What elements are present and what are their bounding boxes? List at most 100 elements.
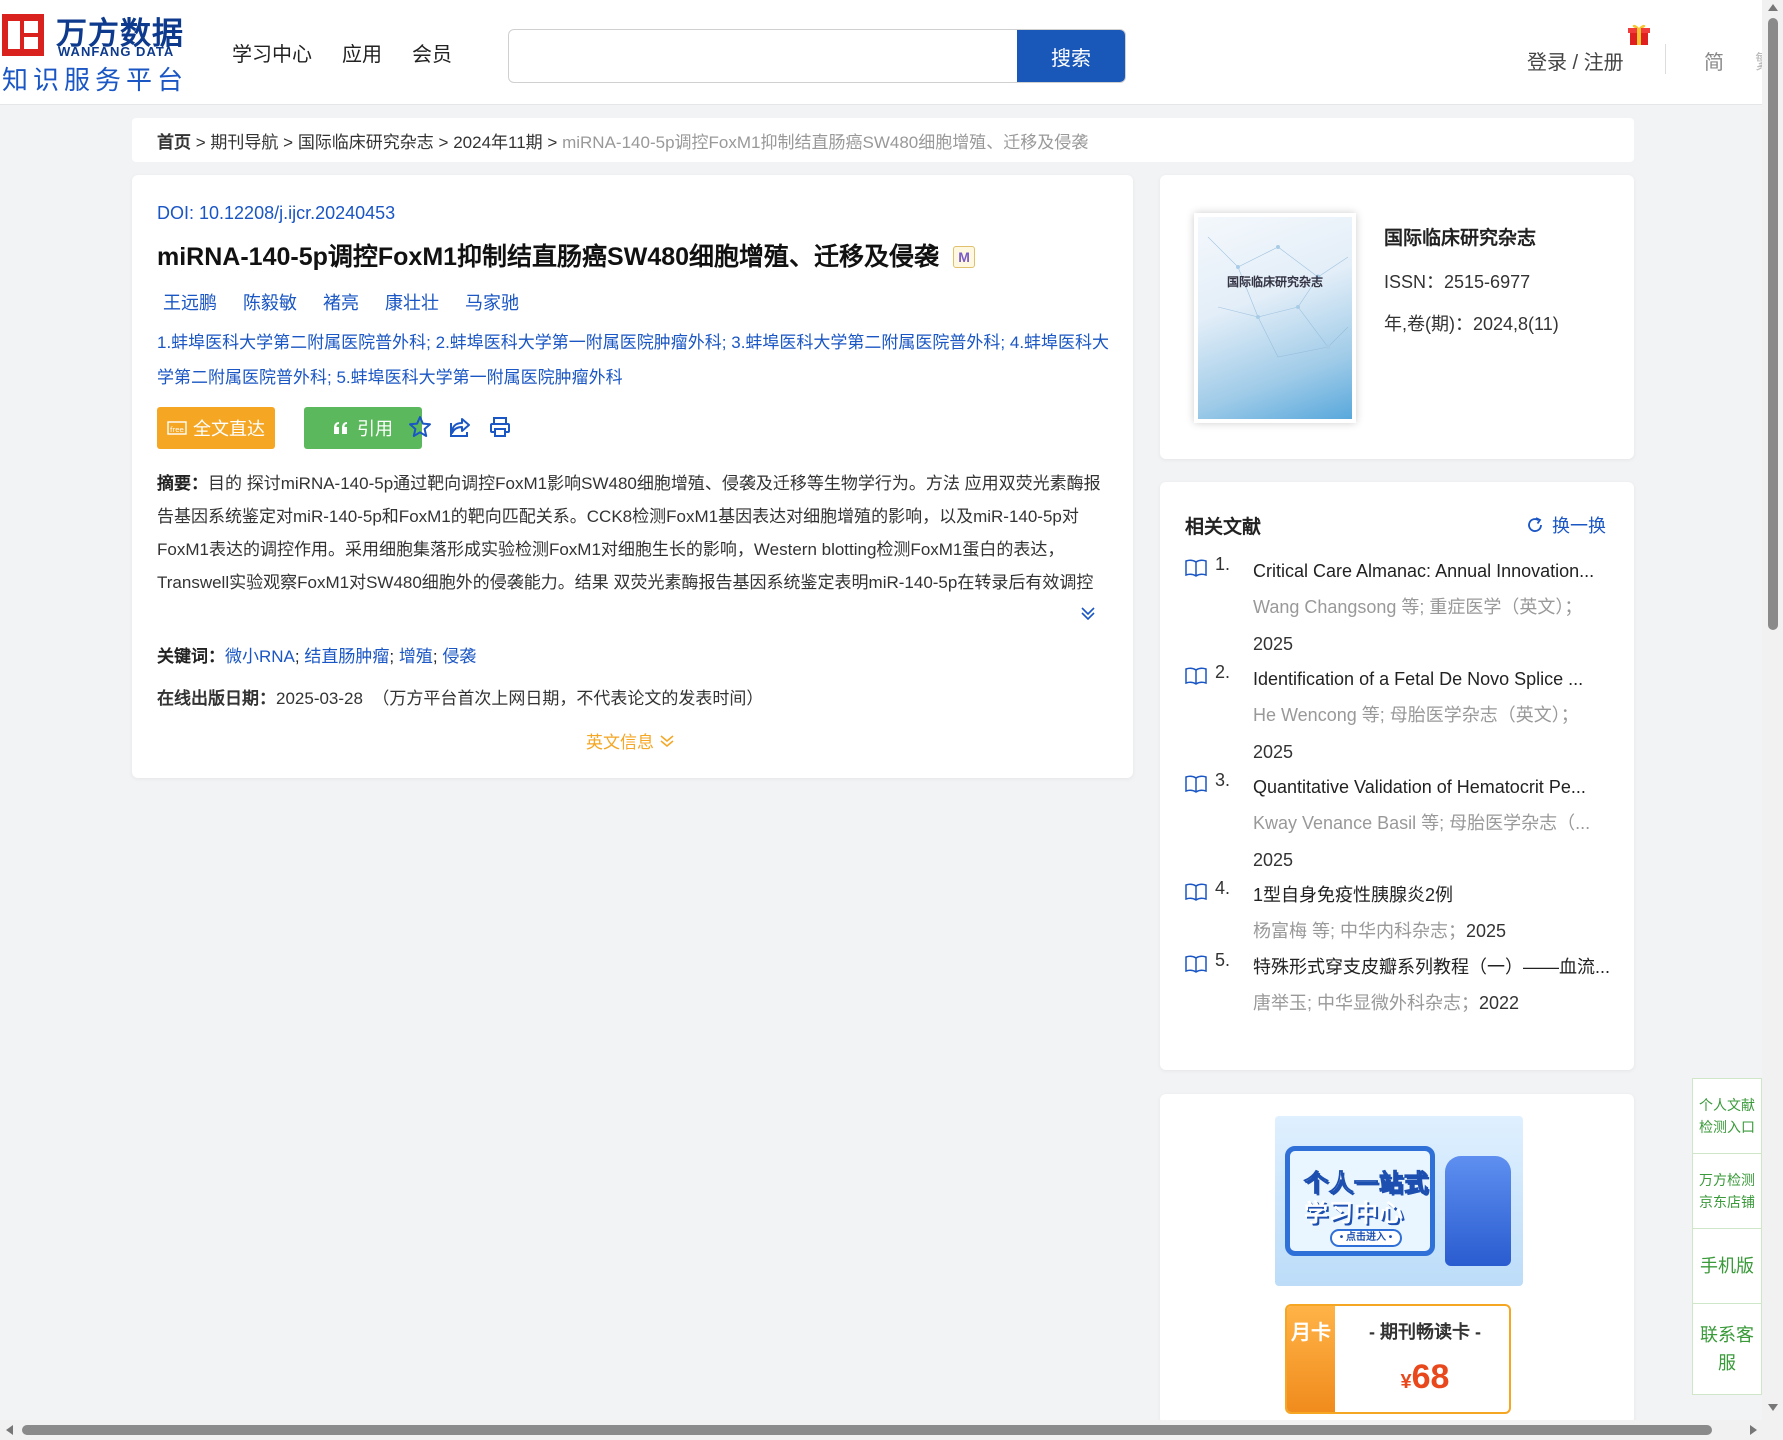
print-icon[interactable] [488, 415, 512, 439]
book-icon [1185, 955, 1207, 973]
book-icon [1185, 883, 1207, 901]
affiliations[interactable]: 1.蚌埠医科大学第二附属医院普外科; 2.蚌埠医科大学第一附属医院肿瘤外科; 3… [157, 325, 1117, 395]
scroll-up-icon[interactable] [1768, 4, 1778, 11]
chevron-down-icon [660, 734, 674, 747]
star-icon[interactable] [408, 415, 432, 439]
learning-center-banner[interactable]: 个人一站式 学习中心 • 点击进入 • [1275, 1116, 1523, 1286]
pubdate-value: 2025-03-28 [276, 689, 363, 708]
scroll-left-icon[interactable] [6, 1425, 13, 1435]
related-title-link[interactable]: Critical Care Almanac: Annual Innovation… [1253, 554, 1615, 588]
pubdate-note: （万方平台首次上网日期，不代表论文的发表时间） [372, 689, 764, 708]
author-link[interactable]: 陈毅敏 [243, 289, 297, 315]
nav-item-apps[interactable]: 应用 [342, 38, 382, 67]
related-item[interactable]: 5. 特殊形式穿支皮瓣系列教程（一）——血流... 唐举玉; 中华显微外科杂志；… [1185, 950, 1615, 1022]
fulltext-button[interactable]: free 全文直达 [157, 407, 275, 449]
doi: DOI: 10.12208/j.ijcr.20240453 [157, 203, 395, 224]
related-item[interactable]: 3. Quantitative Validation of Hematocrit… [1185, 770, 1615, 878]
banner-line2: 学习中心 [1304, 1200, 1404, 1227]
journal-issn: ISSN：2515-6977 [1384, 268, 1530, 294]
related-year: 2025 [1253, 634, 1294, 654]
top-header: 万方数据 WANFANG DATA 知识服务平台 学习中心 应用 会员 搜索 登… [0, 0, 1763, 105]
cite-label: 引用 [357, 419, 393, 439]
english-info-toggle[interactable]: 英文信息 [586, 728, 674, 753]
brand-name-en: WANFANG DATA [58, 44, 175, 59]
author-link[interactable]: 康壮壮 [385, 289, 439, 315]
article-title: miRNA-140-5p调控FoxM1抑制结直肠癌SW480细胞增殖、迁移及侵袭… [157, 237, 976, 273]
journal-name[interactable]: 国际临床研究杂志 [1384, 223, 1536, 250]
search-input[interactable] [509, 30, 1019, 82]
monthly-card-offer[interactable]: 月卡 - 期刊畅读卡 - ¥68 [1285, 1304, 1511, 1414]
keyword-link[interactable]: 结直肠肿瘤 [304, 647, 389, 666]
gift-icon[interactable] [1628, 22, 1650, 46]
breadcrumb-issue[interactable]: 2024年11期 [453, 133, 542, 152]
cite-button[interactable]: 引用 [304, 407, 422, 449]
issn-label: ISSN： [1384, 272, 1445, 292]
volume-label: 年,卷(期)： [1384, 314, 1473, 334]
abstract-text: 目的 探讨miRNA-140-5p通过靶向调控FoxM1影响SW480细胞增殖、… [157, 474, 1101, 592]
keyword-link[interactable]: 侵袭 [442, 647, 476, 666]
keyword-link[interactable]: 增殖 [399, 647, 433, 666]
related-item[interactable]: 1. Critical Care Almanac: Annual Innovat… [1185, 554, 1615, 662]
brand-logo[interactable]: 万方数据 WANFANG DATA 知识服务平台 [0, 10, 200, 95]
banner-enter-button[interactable]: • 点击进入 • [1330, 1229, 1402, 1247]
expand-abstract-icon[interactable] [1080, 605, 1096, 621]
mendeley-icon[interactable]: M [953, 246, 976, 268]
keyword-sep: ; [294, 647, 300, 666]
float-mobile[interactable]: 手机版 [1693, 1229, 1761, 1304]
scroll-down-icon[interactable] [1768, 1404, 1778, 1411]
vertical-scrollbar[interactable] [1762, 0, 1783, 1420]
book-icon [1185, 775, 1207, 793]
breadcrumb-home[interactable]: 首页 [157, 133, 191, 152]
author-link[interactable]: 王远鹏 [163, 289, 217, 315]
related-num: 1. [1215, 554, 1231, 574]
free-tag-text: free [170, 426, 184, 434]
refresh-button[interactable]: 换一换 [1526, 512, 1606, 538]
fulltext-label: 全文直达 [193, 419, 265, 439]
related-num: 3. [1215, 770, 1231, 790]
scroll-right-icon[interactable] [1750, 1425, 1757, 1435]
login-register-link[interactable]: 登录 / 注册 [1527, 46, 1624, 75]
related-year: 2025 [1253, 742, 1294, 762]
breadcrumb-journal-nav[interactable]: 期刊导航 [210, 133, 278, 152]
refresh-icon [1528, 517, 1542, 532]
author-list: 王远鹏 陈毅敏 褚亮 康壮壮 马家驰 [163, 289, 519, 315]
author-link[interactable]: 褚亮 [323, 289, 359, 315]
related-articles-card: 相关文献 换一换 1. Critical Care Almanac: Annua… [1160, 482, 1634, 1070]
horizontal-scroll-thumb[interactable] [22, 1425, 1712, 1435]
english-info-label: 英文信息 [586, 733, 654, 752]
abstract-label: 摘要： [157, 474, 208, 493]
cover-network-graphic [1207, 236, 1349, 358]
volume-value: 2024,8(11) [1473, 314, 1559, 334]
breadcrumb-sep: > [195, 133, 206, 152]
nav-item-learning-center[interactable]: 学习中心 [232, 38, 312, 67]
nav-item-membership[interactable]: 会员 [412, 38, 452, 67]
related-list: 1. Critical Care Almanac: Annual Innovat… [1185, 554, 1615, 1022]
article-card: DOI: 10.12208/j.ijcr.20240453 miRNA-140-… [132, 175, 1133, 778]
breadcrumb-current: miRNA-140-5p调控FoxM1抑制结直肠癌SW480细胞增殖、迁移及侵袭 [562, 133, 1089, 152]
share-icon[interactable] [448, 415, 472, 439]
related-title: 相关文献 [1185, 517, 1262, 538]
keywords: 关键词：微小RNA; 结直肠肿瘤; 增殖; 侵袭 [157, 642, 476, 667]
float-jd-store[interactable]: 万方检测京东店铺 [1693, 1154, 1761, 1229]
vertical-scroll-thumb[interactable] [1768, 18, 1778, 630]
horizontal-scrollbar[interactable] [0, 1420, 1783, 1440]
related-title-link[interactable]: 特殊形式穿支皮瓣系列教程（一）——血流... [1253, 950, 1615, 984]
card-price-value: 68 [1411, 1358, 1450, 1396]
related-title-link[interactable]: Quantitative Validation of Hematocrit Pe… [1253, 770, 1615, 804]
float-plagiarism-check[interactable]: 个人文献检测入口 [1693, 1079, 1761, 1154]
author-link[interactable]: 马家驰 [465, 289, 519, 315]
related-title-link[interactable]: 1型自身免疫性胰腺炎2例 [1253, 878, 1615, 912]
keyword-link[interactable]: 微小RNA [225, 647, 295, 666]
related-item[interactable]: 4. 1型自身免疫性胰腺炎2例 杨富梅 等; 中华内科杂志；2025 [1185, 878, 1615, 950]
card-price: ¥68 [1347, 1358, 1503, 1397]
float-contact-support[interactable]: 联系客服 [1693, 1304, 1761, 1394]
related-title-link[interactable]: Identification of a Fetal De Novo Splice… [1253, 662, 1615, 696]
search-button[interactable]: 搜索 [1017, 30, 1125, 82]
journal-cover[interactable]: 国际临床研究杂志 [1194, 213, 1356, 423]
doi-link[interactable]: 10.12208/j.ijcr.20240453 [199, 203, 395, 223]
breadcrumb-journal[interactable]: 国际临床研究杂志 [298, 133, 434, 152]
lang-simplified[interactable]: 简 [1704, 46, 1724, 75]
related-year: 2025 [1466, 921, 1507, 941]
cover-title: 国际临床研究杂志 [1226, 275, 1323, 289]
related-item[interactable]: 2. Identification of a Fetal De Novo Spl… [1185, 662, 1615, 770]
